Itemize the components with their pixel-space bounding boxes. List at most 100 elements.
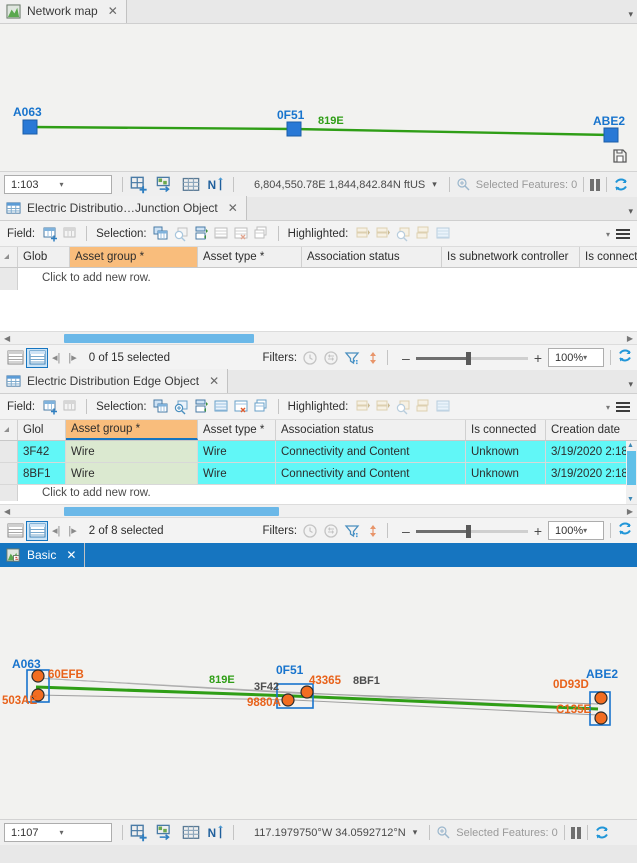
- refresh-icon[interactable]: [594, 825, 610, 841]
- bookmark-icon[interactable]: [611, 147, 629, 165]
- edge-hscrollbar[interactable]: ◀ ▶: [0, 504, 637, 517]
- find-features-icon[interactable]: [436, 825, 451, 840]
- pause-drawing-icon[interactable]: [590, 178, 601, 191]
- slider-handle[interactable]: [465, 524, 471, 538]
- select-by-attributes-icon[interactable]: [152, 224, 172, 244]
- cell-creation-date[interactable]: 3/19/2020 2:18:4: [546, 441, 637, 462]
- cell-asset-group[interactable]: Wire: [66, 441, 198, 462]
- refresh-icon[interactable]: [617, 521, 633, 540]
- vscroll-thumb[interactable]: [627, 451, 636, 485]
- north-arrow-icon[interactable]: N: [207, 823, 227, 843]
- chevron-down-icon[interactable]: ▾: [60, 180, 109, 189]
- column-header[interactable]: Is connect: [580, 247, 637, 267]
- map-scale-input[interactable]: 1:103 ▾: [4, 175, 112, 194]
- close-icon[interactable]: ✕: [66, 549, 76, 561]
- tab-basic-map[interactable]: Basic ✕: [0, 543, 86, 567]
- zoom-level-input[interactable]: 100% ▾: [548, 348, 604, 367]
- elevation-filter-icon[interactable]: [365, 523, 381, 539]
- chevron-down-icon[interactable]: ▾: [413, 827, 418, 838]
- cell-association-status[interactable]: Connectivity and Content: [276, 441, 466, 462]
- column-header[interactable]: Glol: [18, 420, 66, 440]
- tab-edge-table[interactable]: Electric Distribution Edge Object ✕: [0, 369, 229, 393]
- chevron-down-icon[interactable]: ▾: [628, 9, 633, 20]
- add-row[interactable]: Click to add new row.: [0, 485, 637, 501]
- switch-selection-icon[interactable]: [192, 397, 212, 417]
- grid-select-all-corner[interactable]: [0, 247, 18, 267]
- previous-record-icon[interactable]: ◂|: [48, 524, 64, 537]
- definition-query-icon[interactable]: [344, 523, 360, 539]
- add-data-icon[interactable]: [155, 823, 175, 843]
- column-header[interactable]: Asset group *: [66, 420, 198, 440]
- hamburger-icon[interactable]: [614, 225, 632, 246]
- cell-is-connected[interactable]: Unknown: [466, 441, 546, 462]
- hscroll-thumb[interactable]: [64, 507, 279, 516]
- add-layout-icon[interactable]: [129, 823, 149, 843]
- north-arrow-icon[interactable]: N: [207, 175, 227, 195]
- scroll-down-icon[interactable]: ▼: [627, 496, 634, 503]
- table-view-icon[interactable]: [4, 348, 26, 368]
- scroll-left-icon[interactable]: ◀: [4, 334, 10, 343]
- zoom-out-button[interactable]: –: [402, 351, 410, 365]
- chevron-down-icon[interactable]: ▾: [628, 379, 633, 390]
- edge-grid-body[interactable]: 3F42 Wire Wire Connectivity and Content …: [0, 441, 637, 504]
- column-header[interactable]: Association status: [276, 420, 466, 440]
- column-header[interactable]: Is connected: [466, 420, 546, 440]
- tab-network-map[interactable]: Network map ✕: [0, 0, 127, 23]
- chevron-down-icon[interactable]: ▾: [606, 230, 610, 239]
- table-row[interactable]: 3F42 Wire Wire Connectivity and Content …: [0, 441, 637, 463]
- chevron-down-icon[interactable]: ▾: [432, 179, 437, 190]
- column-header[interactable]: Association status: [302, 247, 442, 267]
- cell-global-id[interactable]: 3F42: [18, 441, 66, 462]
- row-stub[interactable]: [0, 463, 18, 484]
- scroll-left-icon[interactable]: ◀: [4, 507, 10, 516]
- scroll-right-icon[interactable]: ▶: [627, 334, 633, 343]
- cell-global-id[interactable]: 8BF1: [18, 463, 66, 484]
- column-header[interactable]: Is subnetwork controller: [442, 247, 580, 267]
- tab-junction-table[interactable]: Electric Distributio…Junction Object ✕: [0, 196, 247, 220]
- junction-hscrollbar[interactable]: ◀ ▶: [0, 331, 637, 344]
- pause-drawing-icon[interactable]: [570, 826, 581, 839]
- grid-select-all-corner[interactable]: [0, 420, 18, 440]
- find-features-icon[interactable]: [456, 177, 471, 192]
- grid-icon[interactable]: [181, 823, 201, 843]
- add-row[interactable]: Click to add new row.: [0, 268, 637, 290]
- chevron-down-icon[interactable]: ▾: [583, 526, 600, 535]
- form-view-icon[interactable]: [26, 347, 48, 368]
- zoom-to-icon[interactable]: [172, 397, 192, 417]
- junction-grid-body[interactable]: Click to add new row.: [0, 268, 637, 331]
- refresh-icon[interactable]: [613, 177, 629, 193]
- scroll-up-icon[interactable]: ▲: [627, 442, 634, 449]
- zoom-in-button[interactable]: +: [534, 351, 542, 365]
- select-all-icon[interactable]: [212, 397, 232, 417]
- hscroll-thumb[interactable]: [64, 334, 254, 343]
- add-layout-icon[interactable]: [129, 175, 149, 195]
- column-header[interactable]: Asset type *: [198, 247, 302, 267]
- next-record-icon[interactable]: |▸: [64, 524, 80, 537]
- add-data-icon[interactable]: [155, 175, 175, 195]
- close-icon[interactable]: ✕: [228, 202, 238, 214]
- delete-selection-icon[interactable]: [252, 397, 272, 417]
- chevron-down-icon[interactable]: ▾: [628, 206, 633, 217]
- cell-asset-type[interactable]: Wire: [198, 463, 276, 484]
- basic-map-canvas[interactable]: A063 0F51 ABE2 819E 3F42 8BF1 60EFB 503A…: [0, 567, 637, 819]
- form-view-icon[interactable]: [26, 520, 48, 541]
- add-field-icon[interactable]: [40, 397, 60, 417]
- hamburger-icon[interactable]: [614, 398, 632, 419]
- elevation-filter-icon[interactable]: [365, 350, 381, 366]
- zoom-slider[interactable]: [415, 524, 528, 538]
- scroll-right-icon[interactable]: ▶: [627, 507, 633, 516]
- column-header[interactable]: Glob: [18, 247, 70, 267]
- select-by-attributes-icon[interactable]: [152, 397, 172, 417]
- zoom-control[interactable]: – + 100% ▾: [402, 348, 604, 367]
- cell-asset-type[interactable]: Wire: [198, 441, 276, 462]
- refresh-icon[interactable]: [617, 348, 633, 367]
- cell-creation-date[interactable]: 3/19/2020 2:18:4: [546, 463, 637, 484]
- zoom-slider[interactable]: [415, 351, 528, 365]
- close-icon[interactable]: ✕: [209, 375, 219, 387]
- zoom-out-button[interactable]: –: [402, 524, 410, 538]
- column-header[interactable]: Creation date: [546, 420, 637, 440]
- cell-is-connected[interactable]: Unknown: [466, 463, 546, 484]
- previous-record-icon[interactable]: ◂|: [48, 351, 64, 364]
- switch-selection-icon[interactable]: [192, 224, 212, 244]
- table-view-icon[interactable]: [4, 521, 26, 541]
